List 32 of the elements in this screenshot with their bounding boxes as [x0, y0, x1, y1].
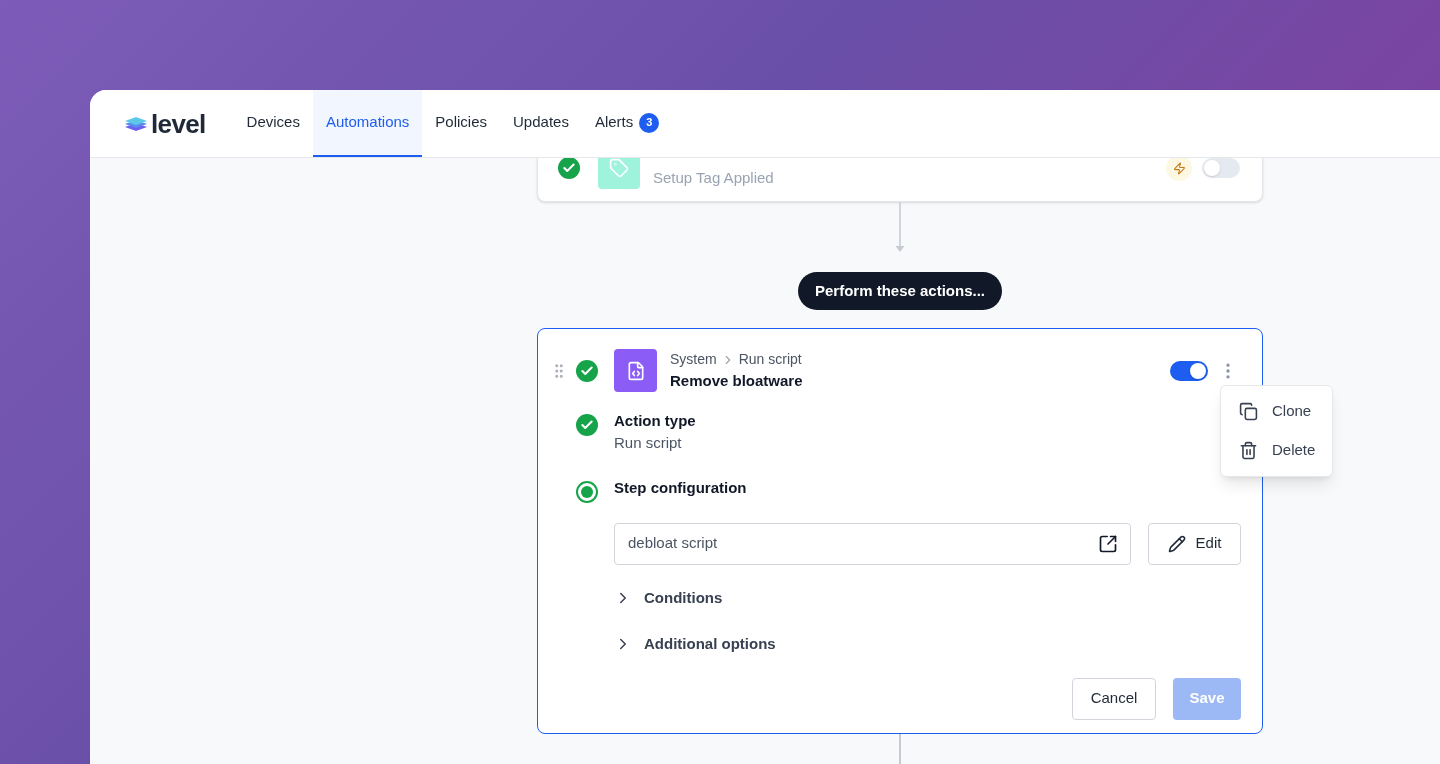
- brand-logo[interactable]: level: [151, 110, 206, 137]
- breadcrumb-item: Run script: [738, 350, 802, 369]
- menu-item[interactable]: Delete: [1221, 431, 1332, 470]
- field-value: debloat script: [628, 533, 719, 554]
- cancel-button[interactable]: Cancel: [1072, 677, 1156, 720]
- nav-tab[interactable]: Updates: [500, 90, 582, 157]
- nav-tab[interactable]: Alerts 3: [581, 90, 673, 157]
- menu-item[interactable]: Clone: [1221, 392, 1332, 431]
- script-field[interactable]: debloat script: [614, 522, 1131, 565]
- script-icon: [614, 349, 657, 393]
- trash-icon: [1239, 441, 1258, 460]
- stacked-layers-icon: [124, 114, 148, 133]
- expandable-section[interactable]: Additional options: [614, 633, 1241, 656]
- nav-tab[interactable]: Automations: [312, 90, 423, 157]
- trigger-title: Setup Tag Applied: [653, 167, 774, 188]
- copy-icon: [1239, 402, 1258, 421]
- breadcrumb-item: System: [670, 350, 717, 369]
- toggle-switch[interactable]: [1202, 158, 1240, 178]
- step-title: Action type: [614, 410, 696, 431]
- step-title: Step configuration: [614, 477, 747, 498]
- external-link-icon[interactable]: [1098, 533, 1118, 554]
- nav-tab[interactable]: Policies: [422, 90, 500, 157]
- toggle-switch[interactable]: [1170, 360, 1208, 381]
- action-title: Remove bloatware: [670, 371, 803, 391]
- connector-arrow: [894, 202, 906, 254]
- nav-tab[interactable]: Devices: [233, 90, 313, 157]
- step-value: Run script: [614, 432, 683, 453]
- expandable-section[interactable]: Conditions: [614, 586, 1241, 609]
- count-badge: 3: [639, 112, 660, 133]
- pencil-icon: [1167, 534, 1186, 553]
- edit-button[interactable]: Edit: [1148, 522, 1241, 565]
- actions-label: Perform these actions...: [797, 272, 1003, 310]
